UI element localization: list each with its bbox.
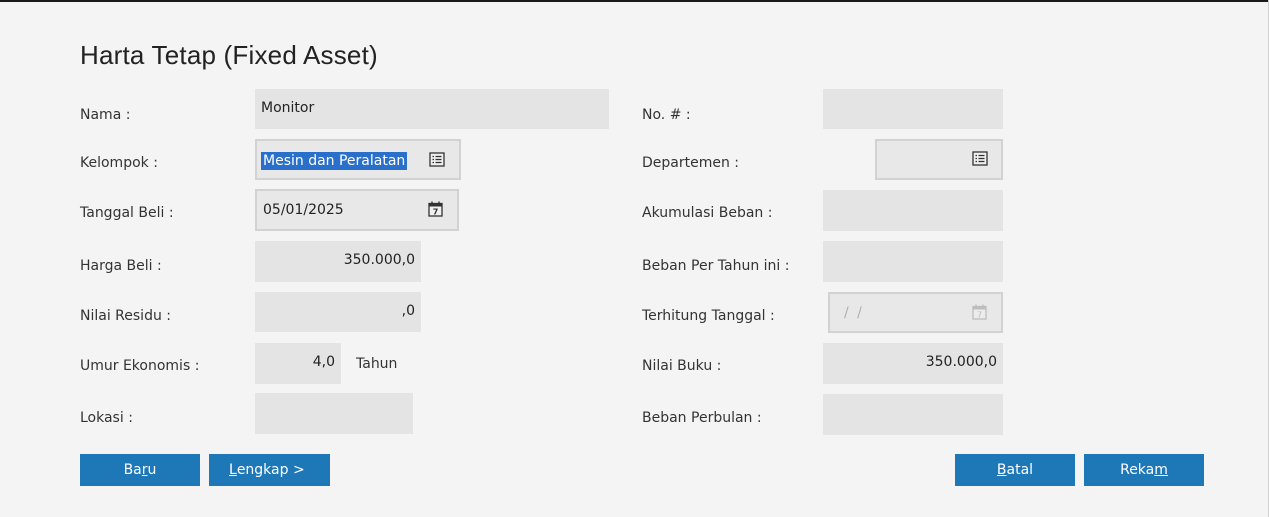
rekam-label-pre: Reka bbox=[1120, 462, 1155, 478]
umur-ekonomis-label: Umur Ekonomis : bbox=[80, 358, 200, 374]
tanggal-beli-label: Tanggal Beli : bbox=[80, 205, 174, 221]
nilai-buku-label: Nilai Buku : bbox=[642, 358, 722, 374]
baru-button[interactable]: Ba r u bbox=[80, 454, 200, 486]
umur-unit-label: Tahun bbox=[356, 356, 398, 372]
lengkap-label-post: engkap > bbox=[236, 462, 305, 478]
top-border bbox=[0, 0, 1269, 2]
nilai-residu-label: Nilai Residu : bbox=[80, 308, 171, 324]
nilai-buku-field[interactable]: 350.000,0 bbox=[823, 343, 1003, 384]
nama-label: Nama : bbox=[80, 107, 131, 123]
beban-per-tahun-label: Beban Per Tahun ini : bbox=[642, 258, 790, 274]
harga-beli-label: Harga Beli : bbox=[80, 258, 162, 274]
tanggal-beli-value: 05/01/2025 bbox=[263, 202, 344, 218]
baru-label-pre: Ba bbox=[123, 462, 142, 478]
list-lookup-icon[interactable] bbox=[429, 152, 445, 167]
umur-ekonomis-field[interactable]: 4,0 bbox=[255, 343, 341, 384]
nilai-buku-value: 350.000,0 bbox=[925, 354, 997, 370]
baru-label-post: u bbox=[147, 462, 157, 478]
lokasi-field[interactable] bbox=[255, 393, 413, 434]
batal-label-post: atal bbox=[1006, 462, 1034, 478]
kelompok-value: Mesin dan Peralatan bbox=[261, 152, 408, 170]
beban-per-tahun-field[interactable] bbox=[823, 241, 1003, 282]
nilai-residu-value: ,0 bbox=[401, 303, 415, 319]
nama-field[interactable]: Monitor bbox=[255, 89, 609, 129]
lengkap-label-mnemonic: L bbox=[229, 462, 237, 478]
batal-label-mnemonic: B bbox=[996, 462, 1007, 478]
no-label: No. # : bbox=[642, 107, 691, 123]
batal-button[interactable]: Batal bbox=[955, 454, 1075, 486]
page-title: Harta Tetap (Fixed Asset) bbox=[80, 40, 378, 70]
harga-beli-field[interactable]: 350.000,0 bbox=[255, 241, 421, 282]
beban-perbulan-field[interactable] bbox=[823, 394, 1003, 435]
departemen-label: Departemen : bbox=[642, 155, 740, 171]
calendar-icon[interactable]: 7 bbox=[972, 304, 987, 320]
terhitung-tanggal-label: Terhitung Tanggal : bbox=[642, 308, 775, 324]
terhitung-tanggal-value: / / bbox=[844, 304, 864, 321]
lokasi-label: Lokasi : bbox=[80, 410, 133, 426]
akumulasi-beban-label: Akumulasi Beban : bbox=[642, 205, 773, 221]
svg-text:7: 7 bbox=[977, 311, 982, 320]
list-lookup-icon[interactable] bbox=[972, 151, 988, 166]
kelompok-label: Kelompok : bbox=[80, 155, 158, 171]
no-field[interactable] bbox=[823, 89, 1003, 129]
nama-value: Monitor bbox=[261, 100, 315, 116]
svg-text:7: 7 bbox=[433, 208, 439, 217]
umur-ekonomis-value: 4,0 bbox=[312, 354, 335, 370]
harga-beli-value: 350.000,0 bbox=[343, 252, 415, 268]
nilai-residu-field[interactable]: ,0 bbox=[255, 292, 421, 332]
akumulasi-beban-field[interactable] bbox=[823, 190, 1003, 231]
rekam-button[interactable]: Reka m bbox=[1084, 454, 1204, 486]
lengkap-button[interactable]: Lengkap > bbox=[209, 454, 330, 486]
calendar-icon[interactable]: 7 bbox=[428, 201, 443, 217]
beban-perbulan-label: Beban Perbulan : bbox=[642, 410, 762, 426]
rekam-label-mnemonic: m bbox=[1154, 462, 1168, 478]
